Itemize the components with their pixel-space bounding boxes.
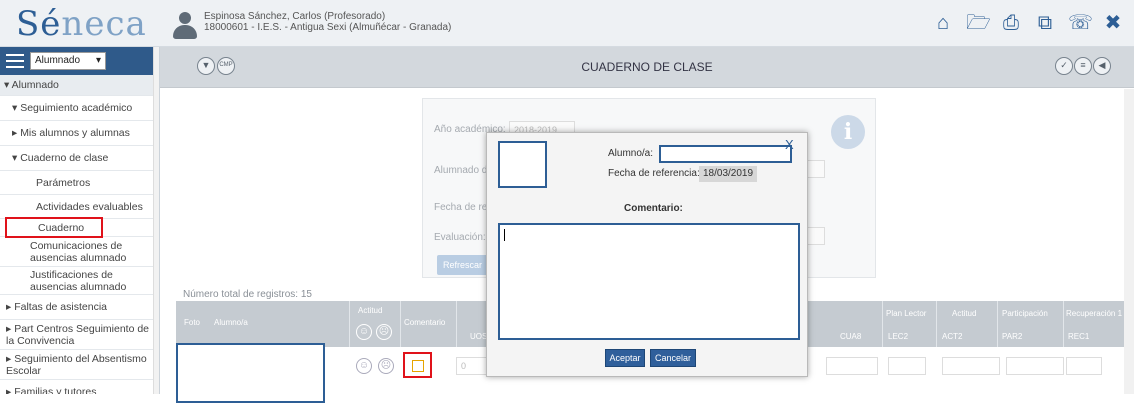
info-icon[interactable]: i [831,115,865,149]
sidebar-item-label: ▾ Seguimiento académico [12,102,133,114]
logo-part-neca: neca [61,4,147,44]
sidebar-item-label: Parámetros [36,176,91,189]
sad-face-icon[interactable]: ☹ [376,324,392,340]
cancel-button[interactable]: Cancelar [650,349,696,367]
happy-face-icon[interactable]: ☺ [356,324,372,340]
sidebar-item-justificaciones[interactable]: Justificaciones de ausencias alumnado [0,267,159,295]
sidebar-item-label: Justificaciones de ausencias alumnado [30,268,127,293]
sidebar-item-cuaderno[interactable]: Cuaderno [0,217,159,238]
seneca-logo[interactable]: Séneca [16,4,147,44]
user-avatar-icon [172,12,198,40]
total-records: Número total de registros: 15 [183,289,312,300]
sidebar: Alumnado ▾ Alumnado ▾ Seguimiento académ… [0,47,160,394]
sidebar-item-faltas[interactable]: ▸ Faltas de asistencia [0,295,159,320]
sidebar-header: Alumnado [0,47,159,75]
sidebar-item-convivencia[interactable]: ▸ Part Centros Seguimiento de la Convive… [0,320,159,350]
sidebar-tree: ▾ Alumnado ▾ Seguimiento académico ▸ Mis… [0,75,159,394]
col-actitud2: Actitud [952,309,977,318]
modal-alumno-label: Alumno/a: [608,148,654,159]
top-toolbar: ⌂ 🗁 ⎙ ⧉ ☏ ✖ [932,12,1124,34]
col-rec1: REC1 [1068,332,1090,341]
col-recuperacion: Recuperación 1 [1066,309,1123,318]
col-foto: Foto [184,318,201,327]
col-plan-lector: Plan Lector [886,309,927,318]
highlight-box [5,217,103,238]
user-center: 18000601 - I.E.S. - Antigua Sexi (Almuñé… [204,22,452,33]
user-name: Espinosa Sánchez, Carlos (Profesorado) [204,11,386,22]
sidebar-item-label: Comunicaciones de ausencias alumnado [30,239,127,264]
col-participacion: Participación [1002,309,1048,318]
main-scrollbar[interactable] [1124,89,1134,394]
sidebar-item-familias[interactable]: ▸ Familias y tutores [0,380,159,394]
modal-comentario-label: Comentario: [624,203,683,214]
user-info: Espinosa Sánchez, Carlos (Profesorado) 1… [204,11,451,33]
alumnado-label: Alumnado d [434,165,488,176]
phone-icon[interactable]: ☏ [1068,12,1093,34]
student-photo [176,343,325,403]
rec1-input[interactable] [1066,357,1102,375]
page-header: ▼ CMP CUADERNO DE CLASE ✓ ≡ ◀ [160,47,1134,88]
check-icon[interactable]: ✓ [1055,57,1073,75]
col-actitud: Actitud [358,306,383,315]
modal-comment-textarea[interactable] [498,223,800,340]
cua8-select[interactable] [826,357,878,375]
fecha-label: Fecha de re [434,202,488,213]
modal-student-photo [498,141,547,188]
col-par2: PAR2 [1002,332,1023,341]
par2-select[interactable] [1006,357,1064,375]
act2-select[interactable] [942,357,1000,375]
sidebar-item-mis-alumnos[interactable]: ▸ Mis alumnos y alumnas [0,121,159,146]
modal-alumno-input[interactable] [659,145,792,163]
col-uos: UOS [470,332,488,341]
sidebar-item-label: ▸ Familias y tutores [6,386,97,394]
col-alumno: Alumno/a [214,318,248,327]
happy-face-icon[interactable]: ☺ [356,358,372,374]
top-bar: Séneca Espinosa Sánchez, Carlos (Profeso… [0,0,1134,47]
modal-fecha-value: 18/03/2019 [699,166,758,182]
menu-icon[interactable] [6,54,24,68]
sidebar-item-label: ▸ Part Centros Seguimiento de la Convive… [6,322,150,347]
sidebar-item-seguimiento[interactable]: ▾ Seguimiento académico [0,96,159,121]
sidebar-item-actividades[interactable]: Actividades evaluables [0,195,159,219]
col-cua8: CUA8 [840,332,862,341]
sidebar-item-label: ▾ Alumnado [4,79,59,91]
modal-fecha-label: Fecha de referencia: [608,168,700,179]
evaluacion-label: Evaluación: [434,232,486,243]
comment-modal: Alumno/a: X Fecha de referencia: 18/03/2… [486,132,808,377]
print-icon[interactable]: ⎙ [1000,12,1022,34]
back-icon[interactable]: ◀ [1093,57,1111,75]
accept-button[interactable]: Aceptar [605,349,645,367]
sidebar-item-alumnado[interactable]: ▾ Alumnado [0,75,159,96]
lec2-input[interactable] [888,357,926,375]
col-lec2: LEC2 [888,332,909,341]
copy-icon[interactable]: ⧉ [1034,12,1056,34]
profile-select[interactable]: Alumnado [30,52,106,70]
sidebar-item-comunicaciones[interactable]: Comunicaciones de ausencias alumnado [0,237,159,267]
sidebar-item-cuaderno-clase[interactable]: ▾ Cuaderno de clase [0,146,159,171]
sidebar-item-label: ▸ Faltas de asistencia [6,301,107,313]
home-icon[interactable]: ⌂ [932,12,954,34]
col-act2: ACT2 [942,332,963,341]
sad-face-icon[interactable]: ☹ [378,358,394,374]
page-title: CUADERNO DE CLASE [581,60,713,74]
sidebar-item-absentismo[interactable]: ▸ Seguimiento del Absentismo Escolar [0,350,159,380]
folder-icon[interactable]: 🗁 [966,12,991,34]
sidebar-item-parametros[interactable]: Parámetros [0,171,159,195]
logo-part-se: Sé [16,4,62,44]
col-comentario: Comentario [404,318,446,327]
modal-close-icon[interactable]: X [785,137,794,152]
sidebar-item-label: Actividades evaluables [36,200,143,213]
sidebar-item-label: ▸ Seguimiento del Absentismo Escolar [6,352,147,377]
comment-icon[interactable] [403,352,432,378]
close-icon[interactable]: ✖ [1102,12,1124,34]
sidebar-scrollbar[interactable] [153,47,159,394]
list-icon[interactable]: ≡ [1074,57,1092,75]
sidebar-item-label: ▾ Cuaderno de clase [12,152,109,164]
sidebar-item-label: ▸ Mis alumnos y alumnas [12,127,130,139]
